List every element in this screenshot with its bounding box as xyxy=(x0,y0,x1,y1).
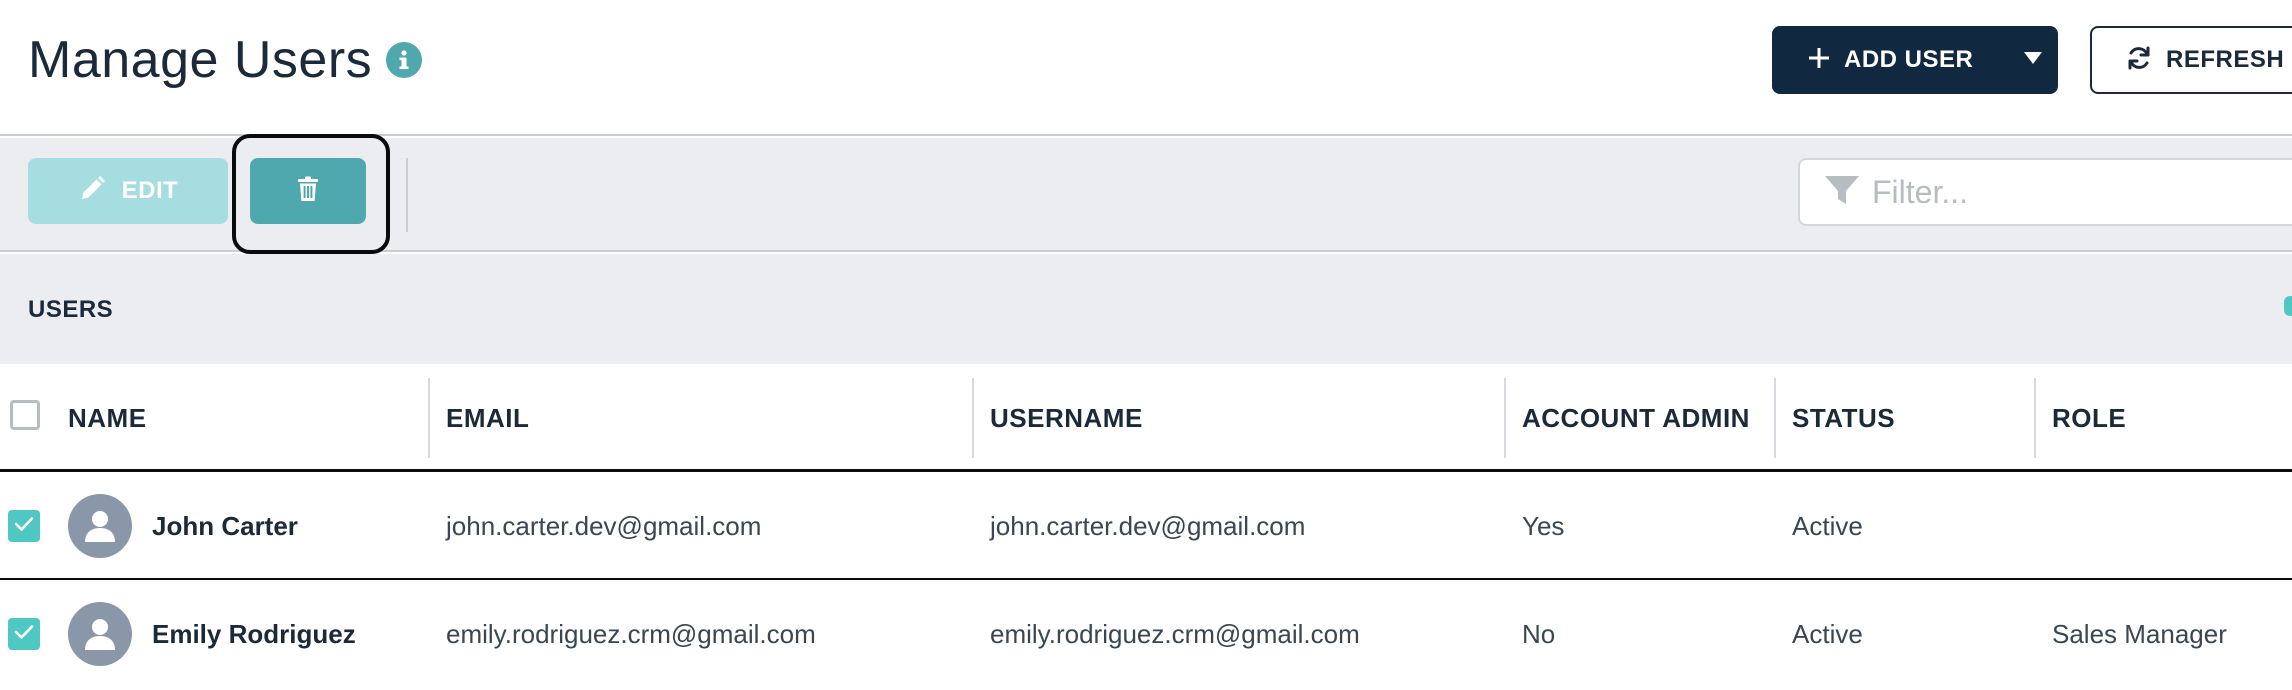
delete-button[interactable] xyxy=(250,158,366,224)
users-table: NAME EMAIL USERNAME ACCOUNT ADMIN STATUS… xyxy=(0,364,2292,688)
table-row[interactable]: John Carter john.carter.dev@gmail.com jo… xyxy=(0,472,2292,580)
page-header: Manage Users ADD USER REFRESH xyxy=(0,0,2292,136)
refresh-button[interactable]: REFRESH xyxy=(2090,26,2292,94)
trash-icon xyxy=(297,176,319,207)
refresh-icon xyxy=(2126,45,2152,76)
user-email: john.carter.dev@gmail.com xyxy=(446,510,762,541)
table-header-row: NAME EMAIL USERNAME ACCOUNT ADMIN STATUS… xyxy=(0,364,2292,472)
column-separator[interactable] xyxy=(428,378,430,458)
edit-button[interactable]: EDIT xyxy=(28,158,228,224)
column-header-username[interactable]: USERNAME xyxy=(990,364,1143,472)
user-username: john.carter.dev@gmail.com xyxy=(990,510,1306,541)
table-row[interactable]: Emily Rodriguez emily.rodriguez.crm@gmai… xyxy=(0,580,2292,688)
caret-down-icon xyxy=(2023,51,2043,70)
select-all-checkbox[interactable] xyxy=(10,400,40,430)
users-section-header: USERS xyxy=(0,254,2292,364)
section-title: USERS xyxy=(28,296,114,323)
filter-icon xyxy=(1824,174,1860,211)
manage-users-page: Manage Users ADD USER REFRESH EDIT Filte… xyxy=(0,0,2292,690)
edit-label: EDIT xyxy=(121,177,179,204)
user-status: Active xyxy=(1792,618,1863,649)
column-separator[interactable] xyxy=(2034,378,2036,458)
toolbar-divider xyxy=(406,158,408,232)
user-status: Active xyxy=(1792,510,1863,541)
row-checkbox[interactable] xyxy=(8,510,40,542)
title-wrap: Manage Users xyxy=(28,30,423,90)
column-header-name[interactable]: NAME xyxy=(68,364,147,472)
user-username: emily.rodriguez.crm@gmail.com xyxy=(990,618,1360,649)
section-collapse-handle[interactable] xyxy=(2284,296,2292,316)
add-user-main[interactable]: ADD USER xyxy=(1772,26,2008,94)
column-header-email[interactable]: EMAIL xyxy=(446,364,529,472)
user-name[interactable]: John Carter xyxy=(152,472,298,580)
check-icon xyxy=(14,516,34,537)
column-header-account-admin[interactable]: ACCOUNT ADMIN xyxy=(1522,364,1750,472)
page-title: Manage Users xyxy=(28,31,373,89)
user-account-admin: Yes xyxy=(1522,510,1565,541)
column-header-role[interactable]: ROLE xyxy=(2052,364,2126,472)
check-icon xyxy=(14,624,34,645)
column-separator[interactable] xyxy=(1774,378,1776,458)
column-separator[interactable] xyxy=(972,378,974,458)
column-header-status[interactable]: STATUS xyxy=(1792,364,1895,472)
user-name[interactable]: Emily Rodriguez xyxy=(152,580,356,688)
column-separator[interactable] xyxy=(1504,378,1506,458)
user-email: emily.rodriguez.crm@gmail.com xyxy=(446,618,816,649)
add-user-button[interactable]: ADD USER xyxy=(1772,26,2058,94)
pencil-icon xyxy=(78,175,106,208)
user-role: Sales Manager xyxy=(2052,618,2227,649)
row-checkbox[interactable] xyxy=(8,618,40,650)
filter-field[interactable] xyxy=(1798,158,2292,226)
add-user-label: ADD USER xyxy=(1844,46,1974,73)
refresh-label: REFRESH xyxy=(2166,46,2285,73)
filter-input[interactable] xyxy=(1872,173,2272,211)
action-toolbar: EDIT xyxy=(0,134,2292,254)
user-account-admin: No xyxy=(1522,618,1556,649)
user-avatar-icon xyxy=(68,494,132,558)
user-avatar-icon xyxy=(68,602,132,666)
info-icon[interactable] xyxy=(386,42,423,78)
plus-icon xyxy=(1808,47,1830,74)
add-user-dropdown-toggle[interactable] xyxy=(2008,26,2058,94)
